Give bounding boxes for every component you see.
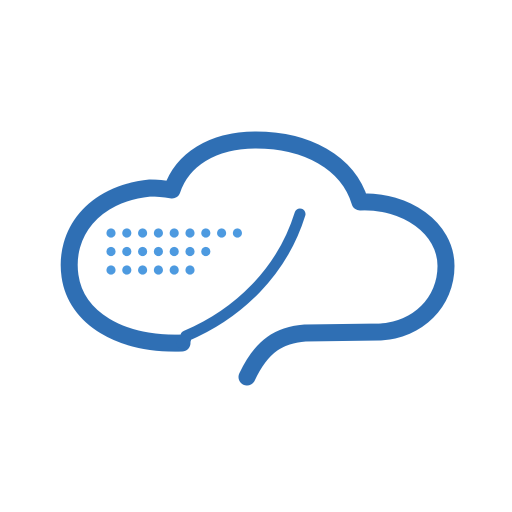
dot [169, 265, 179, 275]
dot [122, 228, 132, 238]
dot [201, 246, 211, 257]
dot [106, 246, 116, 257]
dot-grid [106, 228, 242, 275]
dot [122, 265, 132, 275]
dot [106, 228, 116, 238]
dot [153, 228, 163, 238]
dot [138, 265, 148, 275]
dot [153, 265, 163, 275]
dot [201, 228, 211, 238]
dot [185, 265, 195, 275]
dot [169, 228, 179, 238]
dot [217, 228, 227, 238]
cloud-logo-icon [60, 131, 455, 386]
dot [232, 228, 242, 238]
dot [138, 228, 148, 238]
dot [185, 246, 195, 257]
app-icon-canvas [0, 0, 512, 512]
dot [122, 246, 132, 257]
dot [185, 228, 195, 238]
dot [169, 246, 179, 257]
dot [153, 246, 163, 257]
dot [106, 265, 116, 275]
cloud-outline [60, 131, 455, 386]
dot [138, 246, 148, 257]
